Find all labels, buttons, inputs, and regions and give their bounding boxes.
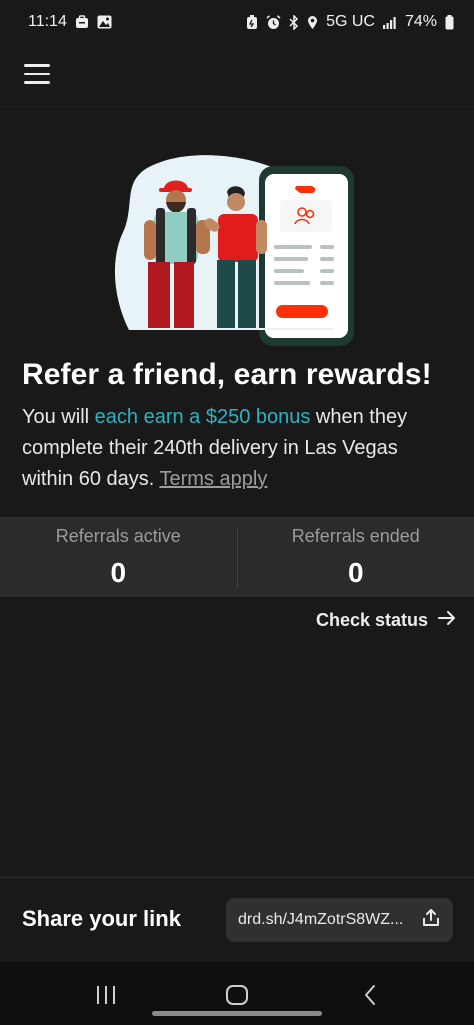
description-text-1: You will xyxy=(22,406,95,428)
referrals-active-label: Referrals active xyxy=(55,525,181,546)
page-title: Refer a friend, earn rewards! xyxy=(22,358,432,391)
share-your-link-label: Share your link xyxy=(22,906,181,931)
signal-strength-icon xyxy=(382,16,397,29)
referrals-active-stat: Referrals active 0 xyxy=(0,517,237,597)
app-bar xyxy=(0,44,474,106)
status-bar: 11:14 5G UC 74% xyxy=(0,0,474,44)
two-people-with-phone-illustration xyxy=(114,150,364,350)
arrow-right-icon xyxy=(438,610,456,631)
check-status-label: Check status xyxy=(315,609,428,630)
system-nav-bar xyxy=(0,962,474,1025)
recents-icon[interactable] xyxy=(86,980,126,1010)
referral-link-text: drd.sh/J4mZotrS8WZ... xyxy=(238,911,404,928)
bluetooth-icon xyxy=(289,14,299,30)
terms-link[interactable]: Terms apply xyxy=(160,468,268,490)
hamburger-menu-icon[interactable] xyxy=(24,64,50,84)
battery-saver-icon xyxy=(246,14,258,30)
alarm-icon xyxy=(266,14,281,30)
share-divider xyxy=(0,877,474,878)
referrals-ended-label: Referrals ended xyxy=(291,525,420,546)
referrals-ended-stat: Referrals ended 0 xyxy=(238,517,474,597)
back-icon[interactable] xyxy=(350,980,390,1010)
referrals-active-value: 0 xyxy=(110,556,127,588)
battery-percent: 74% xyxy=(404,13,437,30)
location-icon xyxy=(307,15,318,30)
home-icon[interactable] xyxy=(217,980,257,1010)
check-status-button[interactable]: Check status xyxy=(316,606,456,634)
share-link-button[interactable]: drd.sh/J4mZotrS8WZ... xyxy=(226,898,453,942)
battery-icon xyxy=(445,14,454,30)
status-bar-left: 11:14 xyxy=(28,13,112,31)
referrals-ended-value: 0 xyxy=(347,556,364,588)
bonus-highlight: each earn a $250 bonus xyxy=(94,406,311,428)
gallery-notification-icon xyxy=(97,15,112,29)
referral-stats: Referrals active 0 Referrals ended 0 xyxy=(0,517,474,597)
status-time: 11:14 xyxy=(28,13,67,30)
gesture-handle xyxy=(152,1011,322,1016)
referral-description: You will each earn a $250 bonus when the… xyxy=(22,402,452,495)
header-divider xyxy=(0,106,474,107)
status-bar-right: 5G UC 74% xyxy=(246,13,454,31)
network-type: 5G UC xyxy=(326,13,375,30)
briefcase-notification-icon xyxy=(75,15,89,29)
share-icon[interactable] xyxy=(421,908,441,933)
